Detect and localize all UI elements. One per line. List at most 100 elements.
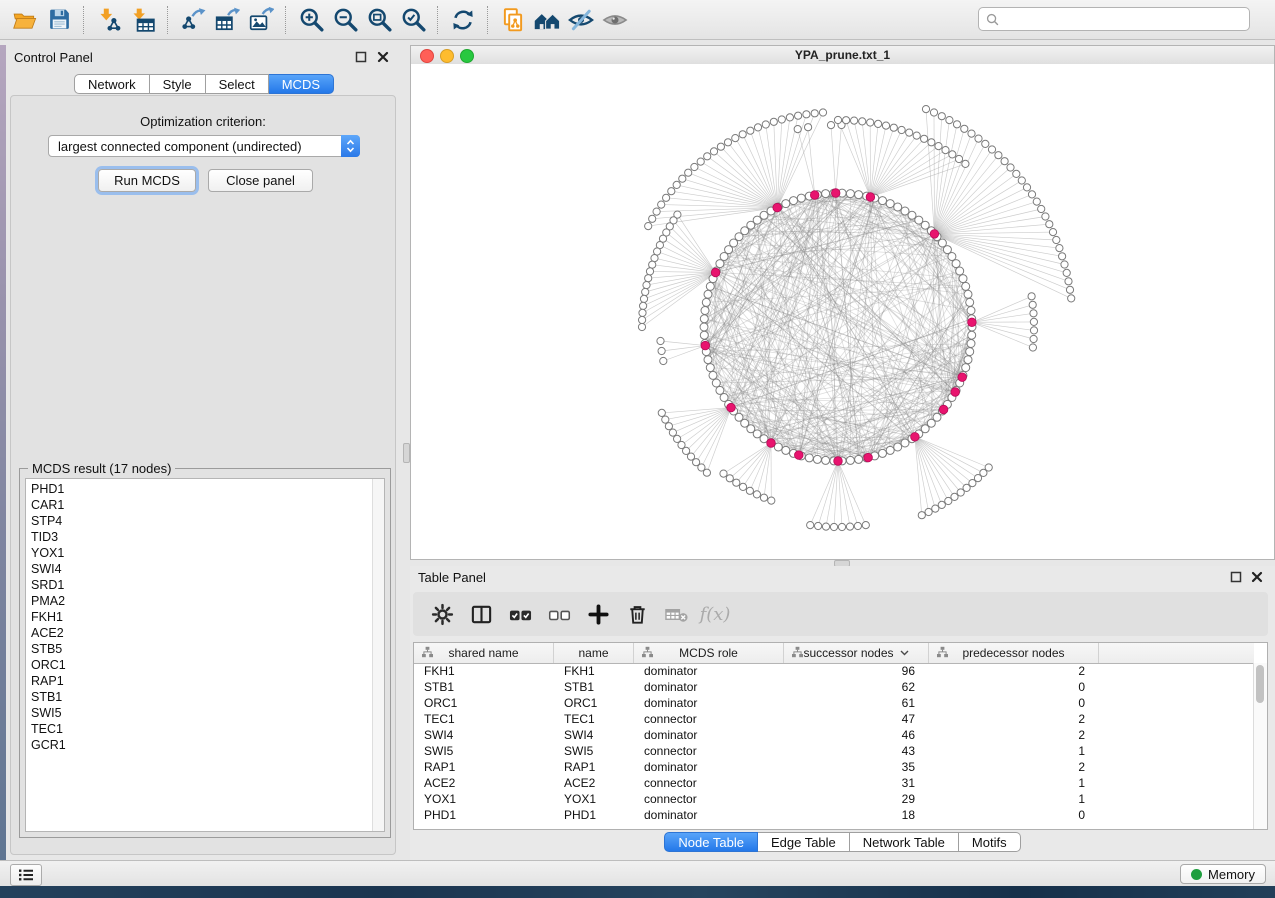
table-row[interactable]: STB1STB1dominator620 [414,679,1254,695]
mcds-result-item[interactable]: PMA2 [26,593,372,609]
optimization-criterion-select[interactable]: largest connected component (undirected) [48,135,360,157]
tab-edge-table[interactable]: Edge Table [758,832,850,852]
zoom-out-icon[interactable] [328,3,362,37]
select-all-icon[interactable] [507,601,533,627]
mcds-result-item[interactable]: SWI5 [26,705,372,721]
mcds-result-item[interactable]: TID3 [26,529,372,545]
tab-network-table[interactable]: Network Table [850,832,959,852]
node-table: shared name name MCDS role successor nodes p… [413,642,1268,830]
table-row[interactable]: SWI5SWI5connector431 [414,743,1254,759]
table-row[interactable]: RAP1RAP1dominator352 [414,759,1254,775]
deselect-all-icon[interactable] [546,601,572,627]
tab-network[interactable]: Network [74,74,150,94]
delete-column-icon[interactable] [624,601,650,627]
mcds-result-item[interactable]: PHD1 [26,481,372,497]
column-label: name [578,646,608,660]
table-cell: 1 [929,791,1099,807]
memory-button[interactable]: Memory [1180,864,1266,884]
mcds-result-item[interactable]: ORC1 [26,657,372,673]
mcds-result-item[interactable]: SRD1 [26,577,372,593]
zoom-selected-icon[interactable] [396,3,430,37]
table-cell: 62 [784,679,929,695]
column-header-MCDS-role[interactable]: MCDS role [634,643,784,663]
table-cell: SWI4 [414,727,554,743]
mcds-result-item[interactable]: ACE2 [26,625,372,641]
table-row[interactable]: PHD1PHD1dominator180 [414,807,1254,823]
table-toolbar: f(x) [413,592,1268,636]
refresh-icon[interactable] [446,3,480,37]
mcds-list-scrollbar[interactable] [372,479,384,831]
column-header-name[interactable]: name [554,643,634,663]
tab-select[interactable]: Select [206,74,269,94]
column-header-shared-name[interactable]: shared name [414,643,554,663]
close-panel-icon[interactable] [376,50,390,64]
select-stepper-icon [341,135,360,157]
control-panel-header: Control Panel [6,45,402,69]
first-neighbors-icon[interactable] [530,3,564,37]
tab-motifs[interactable]: Motifs [959,832,1021,852]
show-all-icon[interactable] [598,3,632,37]
table-cell: SWI5 [414,743,554,759]
mcds-result-item[interactable]: STB5 [26,641,372,657]
table-row[interactable]: ACE2ACE2connector311 [414,775,1254,791]
table-cell: 1 [929,743,1099,759]
float-panel-icon[interactable] [354,50,368,64]
delete-table-icon [663,601,689,627]
run-mcds-button[interactable]: Run MCDS [98,169,196,192]
tab-style[interactable]: Style [150,74,206,94]
control-panel-title: Control Panel [14,50,93,65]
mcds-result-item[interactable]: STB1 [26,689,372,705]
network-canvas[interactable] [411,64,1274,559]
tab-mcds[interactable]: MCDS [269,74,334,94]
scrollbar-thumb[interactable] [1256,665,1264,703]
export-image-icon[interactable] [244,3,278,37]
column-header-predecessor-nodes[interactable]: predecessor nodes [929,643,1099,663]
add-column-icon[interactable] [585,601,611,627]
tab-node-table[interactable]: Node Table [664,832,758,852]
table-row[interactable]: TEC1TEC1connector472 [414,711,1254,727]
mcds-result-item[interactable]: CAR1 [26,497,372,513]
table-cell: STB1 [414,679,554,695]
split-panel-icon[interactable] [468,601,494,627]
mcds-result-item[interactable]: RAP1 [26,673,372,689]
table-settings-icon[interactable] [429,601,455,627]
float-panel-icon[interactable] [1229,570,1243,584]
mcds-result-title: MCDS result (17 nodes) [28,461,175,476]
mcds-result-item[interactable]: FKH1 [26,609,372,625]
table-cell: dominator [634,727,784,743]
zoom-fit-icon[interactable] [362,3,396,37]
column-header-successor-nodes[interactable]: successor nodes [784,643,929,663]
column-label: MCDS role [679,646,738,660]
close-panel-button[interactable]: Close panel [208,169,313,192]
zoom-in-icon[interactable] [294,3,328,37]
import-table-icon[interactable] [126,3,160,37]
table-row[interactable]: ORC1ORC1dominator610 [414,695,1254,711]
export-network-icon[interactable] [176,3,210,37]
import-network-icon[interactable] [92,3,126,37]
search-input[interactable] [1004,9,1249,29]
clone-network-icon[interactable] [496,3,530,37]
table-panel: Table Panel [410,566,1275,860]
memory-status-dot [1191,869,1202,880]
export-table-icon[interactable] [210,3,244,37]
close-panel-icon[interactable] [1250,570,1264,584]
mcds-result-item[interactable]: SWI4 [26,561,372,577]
network-graph-svg [411,64,1274,559]
table-scrollbar[interactable] [1253,663,1267,829]
column-label: successor nodes [803,646,893,660]
attribute-type-icon [641,646,654,659]
table-cell: connector [634,711,784,727]
hide-selected-icon[interactable] [564,3,598,37]
mcds-result-item[interactable]: GCR1 [26,737,372,753]
table-row[interactable]: FKH1FKH1dominator962 [414,663,1254,679]
table-cell: dominator [634,759,784,775]
vertical-splitter[interactable] [402,45,410,860]
table-row[interactable]: SWI4SWI4dominator462 [414,727,1254,743]
mcds-result-item[interactable]: STP4 [26,513,372,529]
panel-list-button[interactable] [10,864,42,886]
table-row[interactable]: YOX1YOX1connector291 [414,791,1254,807]
mcds-result-item[interactable]: TEC1 [26,721,372,737]
open-file-icon[interactable] [8,3,42,37]
save-icon[interactable] [42,3,76,37]
mcds-result-item[interactable]: YOX1 [26,545,372,561]
